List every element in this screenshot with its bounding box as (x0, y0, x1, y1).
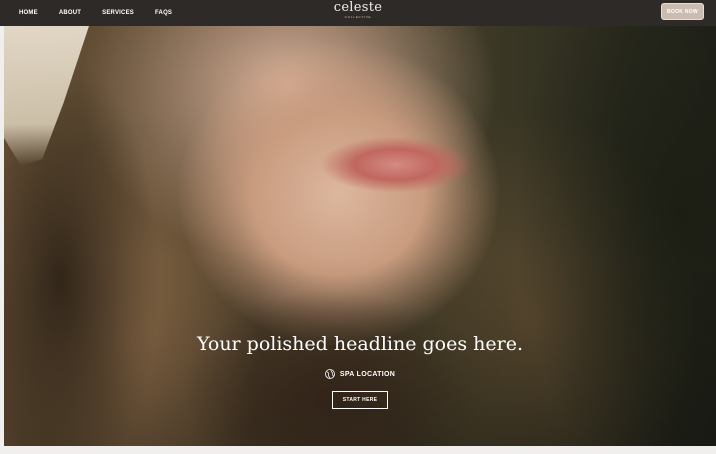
hero-content: Your polished headline goes here. SPA LO… (4, 332, 716, 409)
location-row: SPA LOCATION (4, 369, 716, 379)
logo[interactable]: celeste COLLECTIVE (0, 1, 716, 20)
start-here-button[interactable]: START HERE (332, 391, 388, 409)
globe-icon (324, 369, 335, 379)
page: HOME ABOUT SERVICES FAQS celeste COLLECT… (0, 0, 716, 454)
hero-section: Your polished headline goes here. SPA LO… (4, 26, 716, 446)
top-navigation: HOME ABOUT SERVICES FAQS celeste COLLECT… (0, 0, 716, 26)
hero-headline: Your polished headline goes here. (196, 333, 523, 355)
location-text: SPA LOCATION (339, 370, 396, 378)
book-now-button[interactable]: BOOK NOW (661, 3, 704, 20)
logo-tagline: COLLECTIVE (344, 15, 372, 19)
logo-wordmark: celeste (333, 0, 383, 15)
